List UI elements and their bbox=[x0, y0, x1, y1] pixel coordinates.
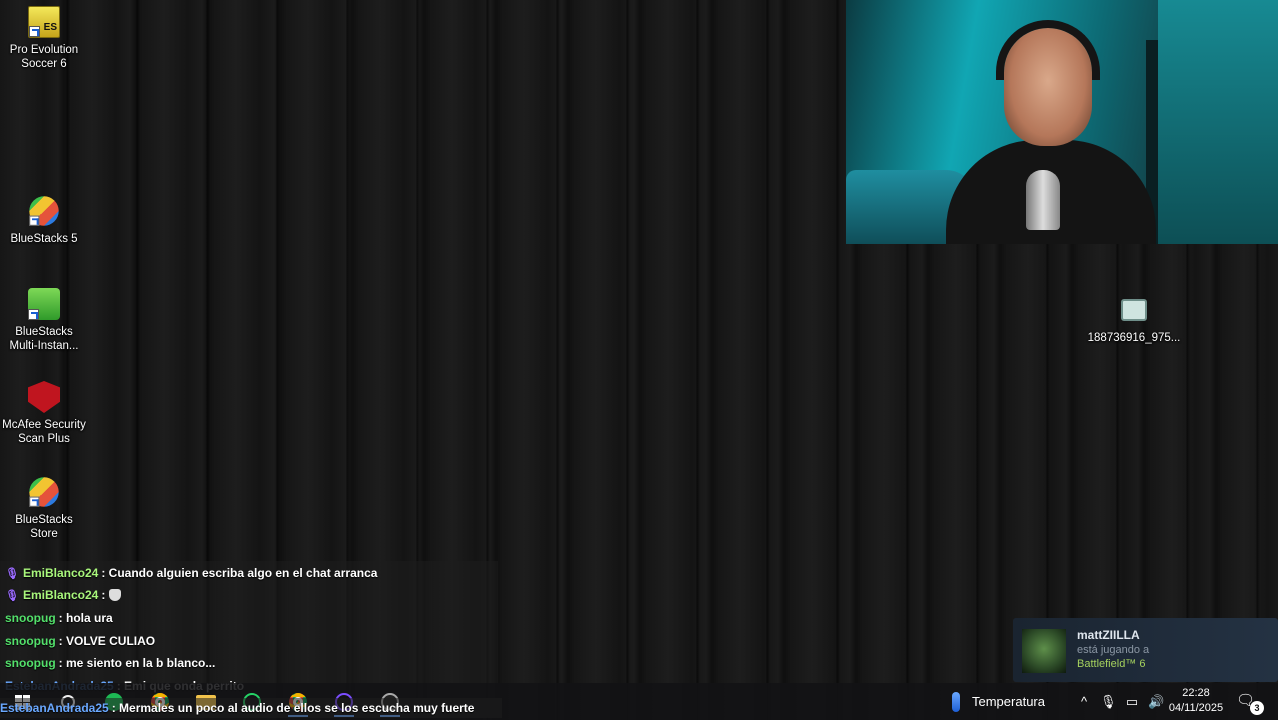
desktop-icon-mcafee-security-scan-plus[interactable]: McAfee Security Scan Plus bbox=[0, 381, 88, 446]
chat-username: snoopug bbox=[5, 611, 56, 625]
network-icon[interactable]: ▭ bbox=[1124, 694, 1140, 710]
desktop-icon-bluestacks-multi-instance[interactable]: BlueStacks Multi-Instan... bbox=[0, 288, 88, 353]
chat-username: snoopug bbox=[5, 656, 56, 670]
prime-badge-icon: 🎙 bbox=[5, 567, 19, 580]
bluestacks-multi-instance-icon bbox=[28, 288, 60, 320]
volume-icon[interactable]: 🔊 bbox=[1148, 694, 1164, 710]
chat-message: snoopug : hola ura bbox=[5, 608, 113, 628]
desktop-icon-bluestacks-5[interactable]: BlueStacks 5 bbox=[0, 195, 88, 246]
chat-message: 🎙 EmiBlanco24 : Cuando alguien escriba a… bbox=[5, 563, 377, 583]
friend-name: mattZIILLA bbox=[1077, 628, 1140, 642]
chat-username: EmiBlanco24 bbox=[22, 588, 99, 602]
desktop-icon-label: Scan Plus bbox=[18, 433, 70, 445]
notification-count-badge: 3 bbox=[1250, 701, 1264, 715]
chat-username: EmiBlanco24 bbox=[22, 566, 99, 580]
prime-badge-icon: 🎙 bbox=[5, 589, 19, 602]
friend-game: Battlefield™ 6 bbox=[1077, 658, 1146, 670]
desktop-icon-label: BlueStacks 5 bbox=[10, 233, 78, 245]
chat-message: snoopug : me siento en la b blanco... bbox=[5, 653, 215, 673]
chat-text: : me siento en la b blanco... bbox=[58, 656, 216, 670]
desktop-icon-pro-evolution-soccer-6[interactable]: Pro Evolution Soccer 6 bbox=[0, 6, 88, 71]
mcafee-icon bbox=[28, 381, 60, 413]
chat-message: 🎙 EmiBlanco24 : bbox=[5, 585, 122, 605]
chat-username: EstebanAndrada25 bbox=[0, 701, 109, 715]
chat-text: : hola ura bbox=[58, 611, 113, 625]
thermometer-icon bbox=[952, 691, 960, 712]
notification-center-button[interactable]: 🗨 3 bbox=[1236, 691, 1264, 715]
desktop-icon-label: 188736916_975... bbox=[1087, 332, 1181, 344]
desktop-icon-label: Soccer 6 bbox=[21, 58, 67, 70]
image-file-icon bbox=[1118, 294, 1150, 326]
chat-text: : bbox=[101, 588, 106, 602]
avatar bbox=[1022, 629, 1066, 673]
desktop-icon-label: BlueStacks Store bbox=[15, 514, 73, 540]
chat-text: : Cuando alguien escriba algo en el chat… bbox=[101, 566, 378, 580]
clock-date: 04/11/2025 bbox=[1168, 702, 1224, 714]
pes-game-icon bbox=[28, 6, 60, 38]
weather-widget[interactable]: Temperatura bbox=[952, 683, 1045, 720]
system-tray: ^ 🎙 ▭ 🔊 bbox=[1076, 683, 1164, 720]
desktop-icon-label: Pro Evolution bbox=[9, 44, 79, 56]
bluestacks-icon bbox=[29, 196, 59, 226]
desktop-icon-bluestacks-store[interactable]: BlueStacks Store bbox=[0, 476, 88, 541]
chat-emote-icon bbox=[109, 589, 122, 601]
desktop-icon-label: BlueStacks bbox=[15, 326, 73, 338]
desktop-icon-image-file[interactable]: 188736916_975... bbox=[1088, 294, 1180, 345]
weather-label: Temperatura bbox=[972, 694, 1045, 709]
friend-status: está jugando a bbox=[1077, 644, 1150, 656]
chat-text: : VOLVE CULIAO bbox=[58, 634, 156, 648]
chat-username: snoopug bbox=[5, 634, 56, 648]
chat-message: snoopug : VOLVE CULIAO bbox=[5, 631, 155, 651]
chat-message: EstebanAndrada25 : Mermales un poco al a… bbox=[0, 698, 503, 718]
webcam-overlay bbox=[846, 0, 1278, 244]
steam-friend-notification[interactable]: mattZIILLA está jugando a Battlefield™ 6 bbox=[1013, 618, 1278, 682]
chat-text: : Mermales un poco al audio de ellos se … bbox=[111, 701, 475, 715]
clock-time: 22:28 bbox=[1182, 687, 1210, 699]
taskbar-clock[interactable]: 22:28 04/11/2025 bbox=[1164, 686, 1228, 716]
microphone-icon[interactable]: 🎙 bbox=[1100, 694, 1117, 710]
chevron-up-icon[interactable]: ^ bbox=[1076, 694, 1092, 709]
desktop-icon-label: McAfee Security bbox=[2, 419, 86, 431]
bluestacks-store-icon bbox=[29, 477, 59, 507]
desktop-icon-label: Multi-Instan... bbox=[9, 340, 79, 352]
